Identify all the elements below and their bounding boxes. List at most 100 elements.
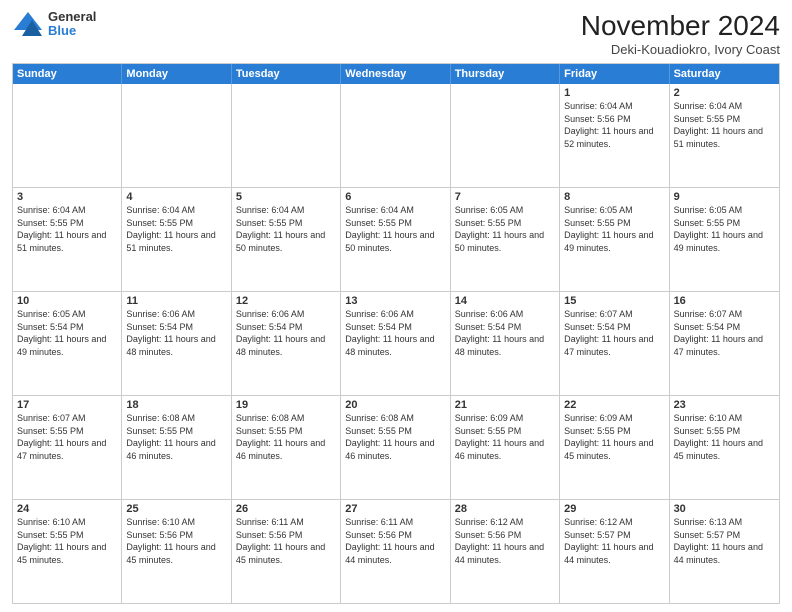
calendar-header-wednesday: Wednesday: [341, 64, 450, 84]
calendar-cell: 6Sunrise: 6:04 AM Sunset: 5:55 PM Daylig…: [341, 188, 450, 291]
day-info: Sunrise: 6:05 AM Sunset: 5:54 PM Dayligh…: [17, 308, 117, 358]
day-info: Sunrise: 6:07 AM Sunset: 5:54 PM Dayligh…: [674, 308, 775, 358]
calendar-header-sunday: Sunday: [13, 64, 122, 84]
day-info: Sunrise: 6:07 AM Sunset: 5:55 PM Dayligh…: [17, 412, 117, 462]
day-info: Sunrise: 6:08 AM Sunset: 5:55 PM Dayligh…: [126, 412, 226, 462]
day-info: Sunrise: 6:04 AM Sunset: 5:55 PM Dayligh…: [17, 204, 117, 254]
day-info: Sunrise: 6:10 AM Sunset: 5:56 PM Dayligh…: [126, 516, 226, 566]
calendar-cell: 10Sunrise: 6:05 AM Sunset: 5:54 PM Dayli…: [13, 292, 122, 395]
logo-blue: Blue: [48, 24, 96, 38]
day-number: 8: [564, 191, 664, 203]
calendar: SundayMondayTuesdayWednesdayThursdayFrid…: [12, 63, 780, 604]
page: General Blue November 2024 Deki-Kouadiok…: [0, 0, 792, 612]
day-number: 24: [17, 503, 117, 515]
calendar-cell: 3Sunrise: 6:04 AM Sunset: 5:55 PM Daylig…: [13, 188, 122, 291]
day-number: 4: [126, 191, 226, 203]
day-info: Sunrise: 6:09 AM Sunset: 5:55 PM Dayligh…: [564, 412, 664, 462]
day-info: Sunrise: 6:10 AM Sunset: 5:55 PM Dayligh…: [674, 412, 775, 462]
day-number: 18: [126, 399, 226, 411]
day-number: 30: [674, 503, 775, 515]
calendar-week-4: 17Sunrise: 6:07 AM Sunset: 5:55 PM Dayli…: [13, 395, 779, 499]
day-info: Sunrise: 6:06 AM Sunset: 5:54 PM Dayligh…: [236, 308, 336, 358]
day-number: 26: [236, 503, 336, 515]
calendar-header-friday: Friday: [560, 64, 669, 84]
day-number: 20: [345, 399, 445, 411]
title-location: Deki-Kouadiokro, Ivory Coast: [581, 42, 780, 57]
calendar-cell: 5Sunrise: 6:04 AM Sunset: 5:55 PM Daylig…: [232, 188, 341, 291]
calendar-cell: 18Sunrise: 6:08 AM Sunset: 5:55 PM Dayli…: [122, 396, 231, 499]
day-info: Sunrise: 6:04 AM Sunset: 5:55 PM Dayligh…: [345, 204, 445, 254]
day-number: 5: [236, 191, 336, 203]
day-info: Sunrise: 6:06 AM Sunset: 5:54 PM Dayligh…: [126, 308, 226, 358]
calendar-cell: 22Sunrise: 6:09 AM Sunset: 5:55 PM Dayli…: [560, 396, 669, 499]
day-number: 16: [674, 295, 775, 307]
day-number: 22: [564, 399, 664, 411]
day-number: 14: [455, 295, 555, 307]
calendar-cell: 15Sunrise: 6:07 AM Sunset: 5:54 PM Dayli…: [560, 292, 669, 395]
logo-general: General: [48, 10, 96, 24]
day-number: 19: [236, 399, 336, 411]
day-number: 11: [126, 295, 226, 307]
calendar-header-row: SundayMondayTuesdayWednesdayThursdayFrid…: [13, 64, 779, 84]
logo: General Blue: [12, 10, 96, 39]
day-info: Sunrise: 6:12 AM Sunset: 5:57 PM Dayligh…: [564, 516, 664, 566]
calendar-week-5: 24Sunrise: 6:10 AM Sunset: 5:55 PM Dayli…: [13, 499, 779, 603]
calendar-cell: 28Sunrise: 6:12 AM Sunset: 5:56 PM Dayli…: [451, 500, 560, 603]
day-info: Sunrise: 6:08 AM Sunset: 5:55 PM Dayligh…: [345, 412, 445, 462]
calendar-cell: 1Sunrise: 6:04 AM Sunset: 5:56 PM Daylig…: [560, 84, 669, 187]
calendar-cell: 12Sunrise: 6:06 AM Sunset: 5:54 PM Dayli…: [232, 292, 341, 395]
calendar-cell: 27Sunrise: 6:11 AM Sunset: 5:56 PM Dayli…: [341, 500, 450, 603]
logo-text: General Blue: [48, 10, 96, 39]
day-number: 17: [17, 399, 117, 411]
calendar-cell: 11Sunrise: 6:06 AM Sunset: 5:54 PM Dayli…: [122, 292, 231, 395]
calendar-cell: [13, 84, 122, 187]
calendar-cell: 2Sunrise: 6:04 AM Sunset: 5:55 PM Daylig…: [670, 84, 779, 187]
calendar-week-1: 1Sunrise: 6:04 AM Sunset: 5:56 PM Daylig…: [13, 84, 779, 187]
calendar-cell: [341, 84, 450, 187]
calendar-cell: 24Sunrise: 6:10 AM Sunset: 5:55 PM Dayli…: [13, 500, 122, 603]
day-info: Sunrise: 6:05 AM Sunset: 5:55 PM Dayligh…: [564, 204, 664, 254]
day-number: 29: [564, 503, 664, 515]
day-info: Sunrise: 6:11 AM Sunset: 5:56 PM Dayligh…: [345, 516, 445, 566]
calendar-header-tuesday: Tuesday: [232, 64, 341, 84]
calendar-header-saturday: Saturday: [670, 64, 779, 84]
day-info: Sunrise: 6:05 AM Sunset: 5:55 PM Dayligh…: [674, 204, 775, 254]
day-info: Sunrise: 6:05 AM Sunset: 5:55 PM Dayligh…: [455, 204, 555, 254]
day-number: 1: [564, 87, 664, 99]
day-number: 28: [455, 503, 555, 515]
calendar-header-monday: Monday: [122, 64, 231, 84]
calendar-cell: 14Sunrise: 6:06 AM Sunset: 5:54 PM Dayli…: [451, 292, 560, 395]
calendar-cell: 29Sunrise: 6:12 AM Sunset: 5:57 PM Dayli…: [560, 500, 669, 603]
day-info: Sunrise: 6:07 AM Sunset: 5:54 PM Dayligh…: [564, 308, 664, 358]
header: General Blue November 2024 Deki-Kouadiok…: [12, 10, 780, 57]
day-number: 6: [345, 191, 445, 203]
day-info: Sunrise: 6:06 AM Sunset: 5:54 PM Dayligh…: [345, 308, 445, 358]
day-info: Sunrise: 6:10 AM Sunset: 5:55 PM Dayligh…: [17, 516, 117, 566]
day-info: Sunrise: 6:13 AM Sunset: 5:57 PM Dayligh…: [674, 516, 775, 566]
calendar-week-2: 3Sunrise: 6:04 AM Sunset: 5:55 PM Daylig…: [13, 187, 779, 291]
calendar-cell: 21Sunrise: 6:09 AM Sunset: 5:55 PM Dayli…: [451, 396, 560, 499]
calendar-body: 1Sunrise: 6:04 AM Sunset: 5:56 PM Daylig…: [13, 84, 779, 603]
calendar-cell: 16Sunrise: 6:07 AM Sunset: 5:54 PM Dayli…: [670, 292, 779, 395]
calendar-cell: [232, 84, 341, 187]
calendar-cell: 19Sunrise: 6:08 AM Sunset: 5:55 PM Dayli…: [232, 396, 341, 499]
calendar-cell: 7Sunrise: 6:05 AM Sunset: 5:55 PM Daylig…: [451, 188, 560, 291]
day-number: 23: [674, 399, 775, 411]
title-block: November 2024 Deki-Kouadiokro, Ivory Coa…: [581, 10, 780, 57]
day-number: 27: [345, 503, 445, 515]
calendar-cell: 25Sunrise: 6:10 AM Sunset: 5:56 PM Dayli…: [122, 500, 231, 603]
day-number: 9: [674, 191, 775, 203]
day-info: Sunrise: 6:04 AM Sunset: 5:55 PM Dayligh…: [236, 204, 336, 254]
day-number: 10: [17, 295, 117, 307]
calendar-cell: 20Sunrise: 6:08 AM Sunset: 5:55 PM Dayli…: [341, 396, 450, 499]
calendar-cell: 17Sunrise: 6:07 AM Sunset: 5:55 PM Dayli…: [13, 396, 122, 499]
calendar-cell: 13Sunrise: 6:06 AM Sunset: 5:54 PM Dayli…: [341, 292, 450, 395]
day-number: 13: [345, 295, 445, 307]
calendar-week-3: 10Sunrise: 6:05 AM Sunset: 5:54 PM Dayli…: [13, 291, 779, 395]
calendar-cell: 9Sunrise: 6:05 AM Sunset: 5:55 PM Daylig…: [670, 188, 779, 291]
day-info: Sunrise: 6:04 AM Sunset: 5:56 PM Dayligh…: [564, 100, 664, 150]
day-info: Sunrise: 6:04 AM Sunset: 5:55 PM Dayligh…: [126, 204, 226, 254]
day-info: Sunrise: 6:11 AM Sunset: 5:56 PM Dayligh…: [236, 516, 336, 566]
calendar-cell: 4Sunrise: 6:04 AM Sunset: 5:55 PM Daylig…: [122, 188, 231, 291]
day-number: 25: [126, 503, 226, 515]
